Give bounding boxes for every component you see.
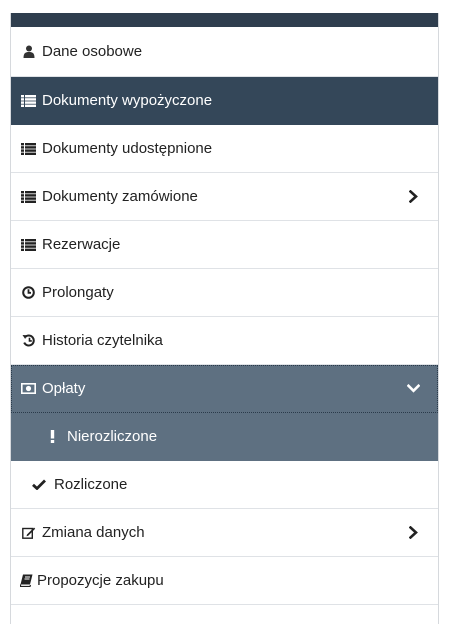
menu-item-dokumenty-zamowione[interactable]: Dokumenty zamówione <box>11 173 438 221</box>
menu-item-rezerwacje[interactable]: Rezerwacje <box>11 221 438 269</box>
menu-item-label: Historia czytelnika <box>42 332 163 349</box>
menu-item-prolongaty[interactable]: Prolongaty <box>11 269 438 317</box>
list-icon <box>21 141 36 156</box>
menu-item-oplaty[interactable]: Opłaty <box>11 365 438 413</box>
chevron-right-icon[interactable] <box>406 190 420 204</box>
menu-item-label: Propozycje zakupu <box>37 572 164 589</box>
book-icon <box>19 573 34 588</box>
exclamation-icon <box>47 429 57 444</box>
menu-item-label: Prolongaty <box>42 284 114 301</box>
list-icon <box>21 237 36 252</box>
submenu-item-label: Nierozliczone <box>67 428 158 445</box>
submenu-item-label: Rozliczone <box>54 476 128 493</box>
menu-item-label: Rezerwacje <box>42 236 121 253</box>
account-menu: Dane osobowe Dokumenty wypożyczone Dokum… <box>11 27 438 605</box>
list-icon <box>21 189 36 204</box>
submenu-item-rozliczone[interactable]: Rozliczone <box>11 461 438 509</box>
menu-item-dokumenty-udostepnione[interactable]: Dokumenty udostępnione <box>11 125 438 173</box>
menu-item-dokumenty-wypozyczone[interactable]: Dokumenty wypożyczone <box>11 77 438 125</box>
account-sidebar: Dane osobowe Dokumenty wypożyczone Dokum… <box>10 13 439 624</box>
chevron-right-icon[interactable] <box>406 526 420 540</box>
menu-item-label: Dane osobowe <box>42 43 143 60</box>
menu-item-propozycje-zakupu[interactable]: Propozycje zakupu <box>11 557 438 605</box>
history-icon <box>21 333 36 348</box>
menu-item-label: Dokumenty wypożyczone <box>42 92 213 109</box>
menu-item-label: Zmiana danych <box>42 524 145 541</box>
menu-item-label: Dokumenty udostępnione <box>42 140 213 157</box>
menu-item-label: Opłaty <box>42 380 86 397</box>
menu-item-label: Dokumenty zamówione <box>42 188 198 205</box>
money-icon <box>21 381 36 396</box>
menu-item-dane-osobowe[interactable]: Dane osobowe <box>11 27 438 77</box>
menu-item-historia-czytelnika[interactable]: Historia czytelnika <box>11 317 438 365</box>
list-icon <box>21 93 36 108</box>
edit-icon <box>21 525 36 540</box>
submenu-item-nierozliczone[interactable]: Nierozliczone <box>11 413 438 461</box>
check-icon <box>31 477 46 492</box>
user-icon <box>21 44 36 59</box>
menu-item-zmiana-danych[interactable]: Zmiana danych <box>11 509 438 557</box>
sidebar-top-bar <box>11 13 438 27</box>
chevron-down-icon[interactable] <box>406 382 420 396</box>
clock-icon <box>21 285 36 300</box>
